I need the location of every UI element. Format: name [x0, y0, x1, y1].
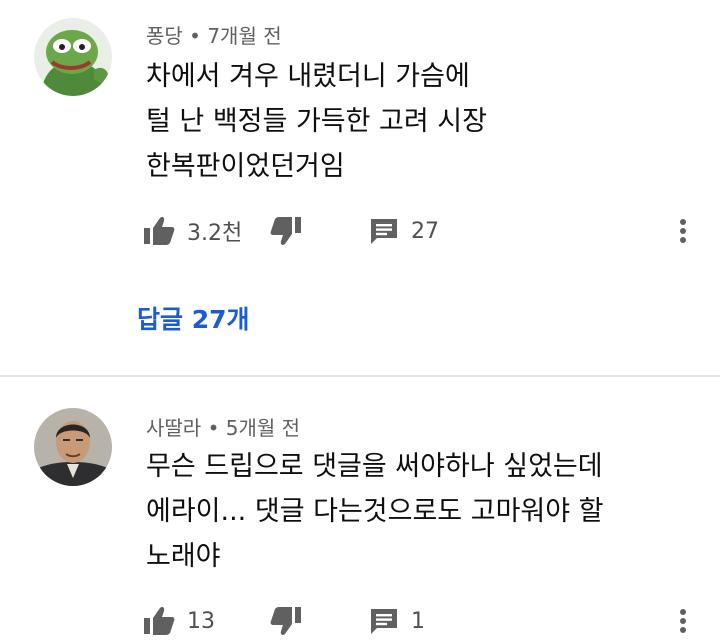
- comment-item: 사딸라 • 5개월 전 무슨 드립으로 댓글을 써야하나 싶었는데 에라이...…: [0, 377, 720, 641]
- author-name[interactable]: 퐁당: [146, 24, 183, 48]
- like-button[interactable]: 13: [143, 601, 215, 641]
- more-vert-icon: [680, 609, 686, 633]
- thumbs-up-icon: [144, 217, 175, 245]
- more-options-button[interactable]: [676, 211, 690, 251]
- comment-meta: 퐁당 • 7개월 전: [146, 20, 282, 49]
- like-count: 13: [187, 608, 215, 634]
- more-vert-icon: [680, 219, 686, 243]
- meta-separator: •: [207, 416, 220, 440]
- dislike-button[interactable]: [270, 211, 302, 251]
- reply-count: 1: [411, 608, 425, 634]
- comment-time: 5개월 전: [225, 416, 301, 440]
- dislike-button[interactable]: [270, 601, 302, 641]
- man-portrait-avatar-icon: [34, 408, 112, 486]
- comment-actions: 3.2천 27: [0, 211, 720, 251]
- view-replies-link[interactable]: 답글 27개: [137, 300, 250, 336]
- thumbs-up-icon: [144, 607, 175, 635]
- comment-item: 퐁당 • 7개월 전 차에서 겨우 내렸더니 가슴에 털 난 백정들 가득한 고…: [0, 0, 720, 376]
- reply-button[interactable]: 27: [369, 211, 439, 251]
- more-options-button[interactable]: [676, 601, 690, 641]
- meta-separator: •: [189, 24, 201, 48]
- comment-actions: 13 1: [0, 601, 720, 641]
- author-name[interactable]: 사딸라: [146, 416, 201, 440]
- comment-line: 차에서 겨우 내렸더니 가슴에: [146, 61, 470, 92]
- reply-count: 27: [411, 218, 439, 244]
- thumbs-down-icon: [270, 607, 301, 635]
- comment-text: 무슨 드립으로 댓글을 써야하나 싶었는데 에라이... 댓글 다는것으로도 고…: [146, 444, 691, 579]
- comment-line: 한복판이었던거임: [146, 151, 345, 182]
- comment-icon: [371, 219, 397, 244]
- comment-text: 차에서 겨우 내렸더니 가슴에 털 난 백정들 가득한 고려 시장 한복판이었던…: [146, 54, 691, 189]
- avatar[interactable]: [34, 18, 112, 96]
- comment-line: 에라이... 댓글 다는것으로도 고마워야 할: [146, 496, 604, 527]
- comment-time: 7개월 전: [207, 24, 282, 48]
- comment-line: 무슨 드립으로 댓글을 써야하나 싶었는데: [146, 451, 603, 482]
- reply-button[interactable]: 1: [369, 601, 425, 641]
- comment-icon: [371, 609, 397, 634]
- like-button[interactable]: 3.2천: [143, 211, 242, 251]
- like-count: 3.2천: [187, 221, 243, 246]
- thumbs-down-icon: [270, 217, 301, 245]
- comment-line: 털 난 백정들 가득한 고려 시장: [146, 106, 487, 137]
- avatar[interactable]: [34, 408, 112, 486]
- comment-meta: 사딸라 • 5개월 전: [146, 412, 300, 441]
- comment-line: 노래야: [146, 541, 221, 572]
- frog-avatar-icon: [34, 18, 112, 96]
